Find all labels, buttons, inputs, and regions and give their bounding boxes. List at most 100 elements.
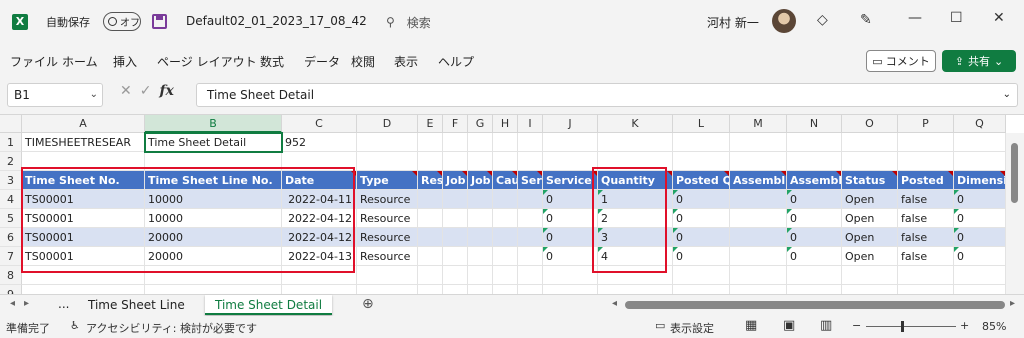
cell-b1[interactable]: Time Sheet Detail: [145, 133, 282, 152]
table-cell[interactable]: [443, 247, 468, 266]
cell[interactable]: [282, 266, 357, 285]
autosave-toggle[interactable]: オフ: [103, 12, 141, 31]
table-cell[interactable]: 4: [598, 247, 673, 266]
table-cell[interactable]: 2: [598, 209, 673, 228]
table-cell[interactable]: 0: [673, 190, 730, 209]
header-cell[interactable]: Assembl: [730, 171, 787, 190]
table-cell[interactable]: false: [898, 209, 954, 228]
chevron-down-icon[interactable]: ⌄: [1003, 84, 1011, 106]
table-cell[interactable]: 0: [543, 190, 598, 209]
cell[interactable]: [468, 133, 493, 152]
table-cell[interactable]: 20000: [145, 247, 282, 266]
header-cell[interactable]: Status: [842, 171, 898, 190]
cell[interactable]: [842, 266, 898, 285]
table-cell[interactable]: false: [898, 228, 954, 247]
formula-input[interactable]: Time Sheet Detail ⌄: [196, 83, 1018, 107]
table-cell[interactable]: Open: [842, 228, 898, 247]
accessibility-status[interactable]: アクセシビリティ: 検討が必要です: [86, 320, 257, 336]
header-cell[interactable]: Job: [443, 171, 468, 190]
table-cell[interactable]: 2022-04-11: [282, 190, 357, 209]
cell[interactable]: [493, 152, 518, 171]
table-cell[interactable]: [418, 247, 443, 266]
header-cell[interactable]: Type: [357, 171, 418, 190]
save-icon[interactable]: [152, 14, 167, 29]
cell[interactable]: [730, 266, 787, 285]
header-cell[interactable]: Cau: [493, 171, 518, 190]
cell[interactable]: [898, 152, 954, 171]
menu-data[interactable]: データ: [304, 53, 340, 70]
table-cell[interactable]: 0: [787, 209, 842, 228]
menu-review[interactable]: 校閲: [351, 53, 375, 70]
table-cell[interactable]: [493, 209, 518, 228]
row-header-4[interactable]: 4: [0, 190, 22, 209]
column-header-h[interactable]: H: [493, 115, 518, 133]
table-cell[interactable]: 0: [954, 228, 1006, 247]
cell[interactable]: [787, 133, 842, 152]
cell[interactable]: [22, 266, 145, 285]
cell[interactable]: [787, 152, 842, 171]
table-cell[interactable]: Open: [842, 247, 898, 266]
table-cell[interactable]: [418, 190, 443, 209]
tab-time-sheet-line[interactable]: Time Sheet Line: [78, 295, 195, 315]
comment-button[interactable]: ▭ コメント: [866, 50, 936, 72]
table-cell[interactable]: false: [898, 247, 954, 266]
tab-scroll-right-icon[interactable]: ▸: [24, 298, 29, 309]
table-cell[interactable]: 0: [543, 209, 598, 228]
menu-insert[interactable]: 挿入: [113, 53, 137, 70]
header-cell[interactable]: Date: [282, 171, 357, 190]
cell[interactable]: [493, 133, 518, 152]
table-cell[interactable]: [418, 209, 443, 228]
column-header-o[interactable]: O: [842, 115, 898, 133]
cell[interactable]: [418, 152, 443, 171]
cell[interactable]: [493, 266, 518, 285]
header-cell[interactable]: Job: [468, 171, 493, 190]
cell[interactable]: [443, 266, 468, 285]
cell[interactable]: [518, 266, 543, 285]
row-header-8[interactable]: 8: [0, 266, 22, 285]
header-cell[interactable]: Assembl: [787, 171, 842, 190]
row-header-2[interactable]: 2: [0, 152, 22, 171]
row-header-7[interactable]: 7: [0, 247, 22, 266]
table-cell[interactable]: [418, 228, 443, 247]
zoom-slider[interactable]: [866, 326, 956, 327]
table-cell[interactable]: TS00001: [22, 209, 145, 228]
file-name[interactable]: Default02_01_2023_17_08_42 ⌵: [186, 14, 380, 29]
header-cell[interactable]: Service: [543, 171, 598, 190]
table-cell[interactable]: 10000: [145, 190, 282, 209]
spreadsheet-grid[interactable]: ABCDEFGHIJKLMNOPQ123456789TIMESHEETRESEA…: [0, 114, 1024, 304]
zoom-out-icon[interactable]: −: [852, 319, 861, 332]
cell[interactable]: [842, 133, 898, 152]
cell[interactable]: [954, 152, 1006, 171]
column-header-l[interactable]: L: [673, 115, 730, 133]
display-settings[interactable]: 表示設定: [670, 320, 714, 336]
menu-page-layout[interactable]: ページ レイアウト: [157, 53, 257, 70]
close-button[interactable]: ✕: [993, 10, 1005, 26]
table-cell[interactable]: TS00001: [22, 190, 145, 209]
cell[interactable]: [518, 133, 543, 152]
cell[interactable]: [543, 266, 598, 285]
table-cell[interactable]: [730, 209, 787, 228]
row-header-6[interactable]: 6: [0, 228, 22, 247]
menu-home[interactable]: ホーム: [62, 53, 98, 70]
cell[interactable]: [418, 266, 443, 285]
cell[interactable]: [357, 266, 418, 285]
table-cell[interactable]: 20000: [145, 228, 282, 247]
table-cell[interactable]: 2022-04-13: [282, 247, 357, 266]
cell-c1[interactable]: 952: [282, 133, 357, 152]
column-header-b[interactable]: B: [145, 115, 282, 133]
table-cell[interactable]: TS00001: [22, 228, 145, 247]
table-cell[interactable]: Resource: [357, 190, 418, 209]
table-cell[interactable]: 0: [673, 247, 730, 266]
column-header-g[interactable]: G: [468, 115, 493, 133]
share-button[interactable]: ⇪ 共有 ⌄: [942, 50, 1016, 72]
table-cell[interactable]: Resource: [357, 247, 418, 266]
chevron-down-icon[interactable]: ⌄: [90, 84, 98, 106]
table-cell[interactable]: 0: [787, 190, 842, 209]
page-layout-view-icon[interactable]: ▣: [783, 318, 795, 333]
select-all-corner[interactable]: [0, 115, 22, 133]
column-header-i[interactable]: I: [518, 115, 543, 133]
minimize-button[interactable]: —: [908, 10, 922, 26]
table-cell[interactable]: [493, 247, 518, 266]
vertical-scrollbar[interactable]: [1006, 133, 1024, 295]
cell[interactable]: [842, 152, 898, 171]
